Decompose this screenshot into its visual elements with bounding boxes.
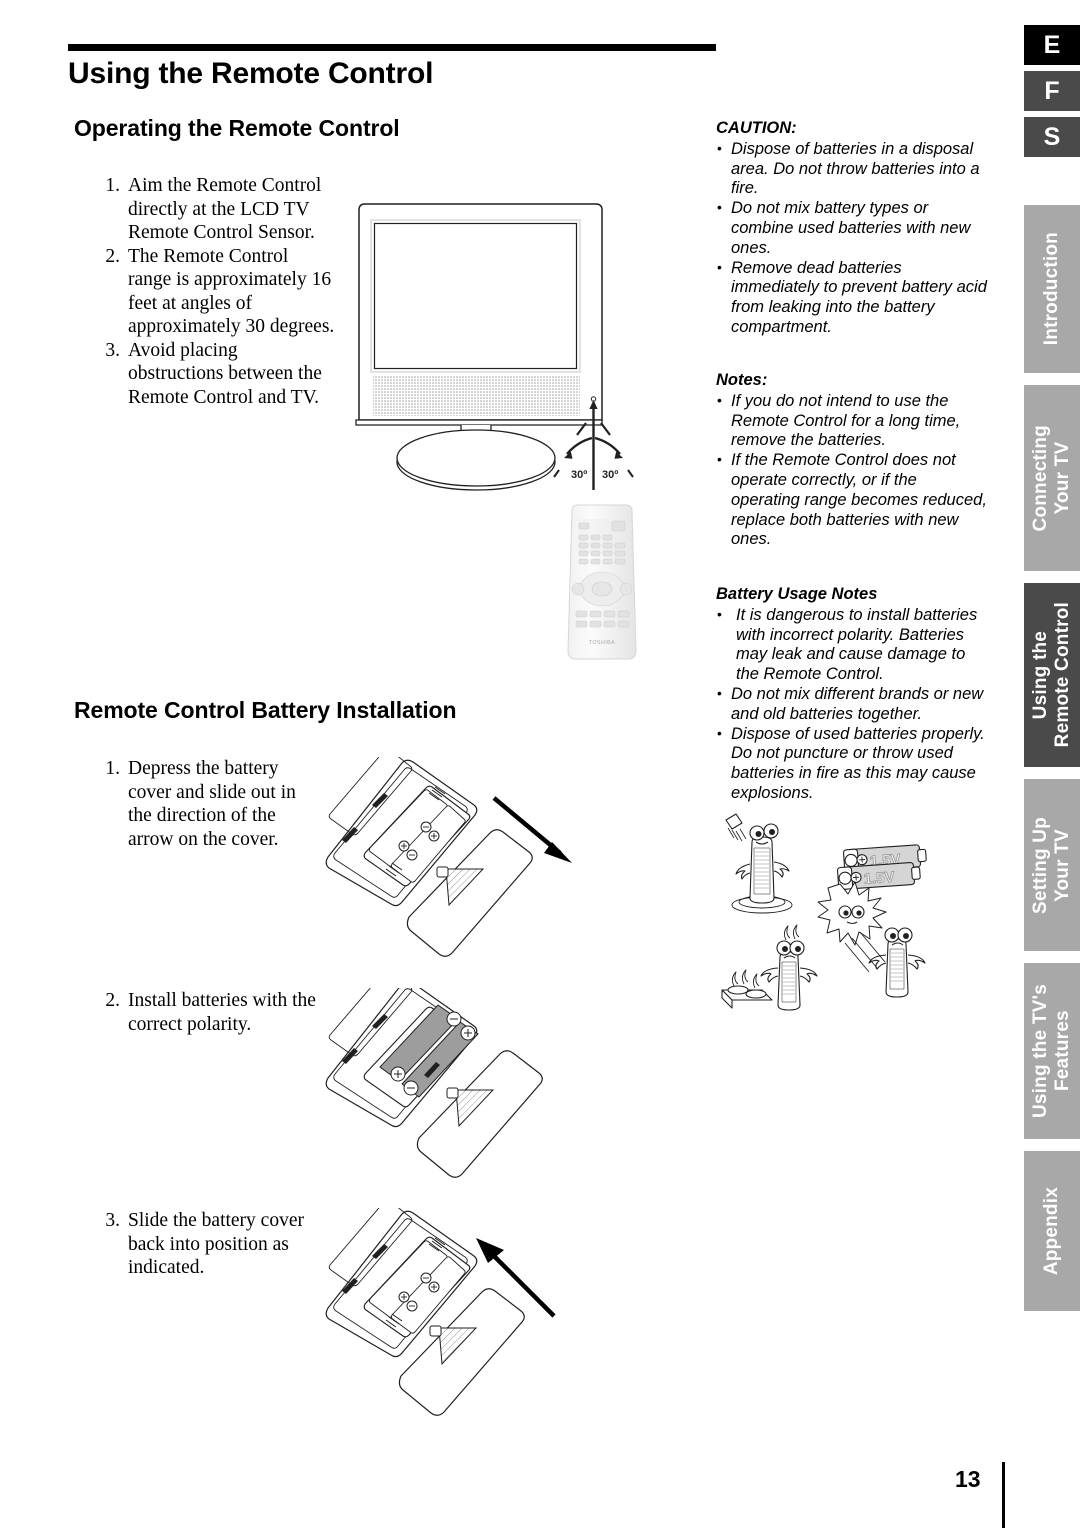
list-item: 3. Slide the battery cover back into pos… (96, 1209, 321, 1280)
battery-voltage-label: 1.5V (863, 869, 895, 888)
battery-usage-notes-block: Battery Usage Notes It is dangerous to i… (716, 585, 988, 804)
operating-steps-list: 1. Aim the Remote Control directly at th… (96, 174, 336, 409)
list-item: 2. The Remote Control range is approxima… (96, 245, 336, 339)
section-heading-operating: Operating the Remote Control (74, 115, 400, 141)
battery-safety-cartoons: 1.5V 1.5V (700, 812, 990, 1017)
list-item: If you do not intend to use the Remote C… (716, 391, 988, 451)
notes-block: Notes: If you do not intend to use the R… (716, 371, 988, 550)
battery-step-3: 3. Slide the battery cover back into pos… (96, 1209, 321, 1280)
sidebar-chapter-tab-setting-up-your-tv[interactable]: Setting Up Your TV (1024, 779, 1080, 951)
sidebar-language-tab-label: S (1043, 122, 1061, 151)
battery-step-2: 2. Install batteries with the correct po… (96, 989, 321, 1036)
list-item: Dispose of used batteries properly. Do n… (716, 724, 988, 804)
remote-brand-label: TOSHIBA (589, 640, 615, 646)
figure-batteries-inserted (306, 969, 606, 1193)
notes-heading: Notes: (716, 371, 768, 389)
manual-page: Using the Remote Control Operating the R… (0, 0, 1080, 1528)
sidebar-chapter-tab-label: Setting Up Your TV (1030, 816, 1073, 914)
sidebar-chapter-tab-label: Appendix (1041, 1186, 1062, 1276)
step-number: 1. (105, 758, 120, 779)
sidebar-language-tab-label: F (1044, 76, 1060, 105)
sidebar-tab-strip: E F S Introduction Connecting Your TV Us… (1010, 0, 1080, 1528)
sidebar-chapter-tab-using-the-tvs-features[interactable]: Using the TV's Features (1024, 963, 1080, 1139)
list-item: Dispose of batteries in a disposal area.… (716, 139, 988, 199)
step-number: 3. (105, 339, 120, 361)
sidebar-chapter-tab-introduction[interactable]: Introduction (1024, 205, 1080, 373)
page-title: Using the Remote Control (68, 57, 434, 90)
sidebar-chapter-tab-appendix[interactable]: Appendix (1024, 1151, 1080, 1311)
figure-cover-slide-out (306, 748, 606, 982)
caution-block: CAUTION: Dispose of batteries in a dispo… (716, 119, 988, 338)
sidebar-language-tab-e[interactable]: E (1024, 25, 1080, 65)
sidebar-chapter-tab-connecting-your-tv[interactable]: Connecting Your TV (1024, 385, 1080, 571)
step-text: Aim the Remote Control directly at the L… (128, 175, 322, 243)
step-text: Avoid placing obstructions between the R… (128, 339, 322, 408)
list-item: 3. Avoid placing obstructions between th… (96, 339, 336, 410)
notes-list: If you do not intend to use the Remote C… (716, 391, 988, 550)
section-heading-battery-installation: Remote Control Battery Installation (74, 697, 457, 723)
list-item: Do not mix battery types or combine used… (716, 198, 988, 258)
step-text: The Remote Control range is approximatel… (128, 245, 335, 338)
list-item: If the Remote Control does not operate c… (716, 450, 988, 550)
step-text: Slide the battery cover back into positi… (128, 1210, 304, 1278)
battery-usage-notes-list: It is dangerous to install batteries wit… (716, 605, 988, 804)
title-rule (68, 44, 716, 51)
step-number: 3. (105, 1210, 120, 1231)
sidebar-chapter-tab-label: Connecting Your TV (1030, 424, 1073, 532)
list-item: 1. Aim the Remote Control directly at th… (96, 174, 336, 245)
caution-heading: CAUTION: (716, 119, 797, 137)
battery-usage-notes-heading: Battery Usage Notes (716, 585, 878, 603)
step-number: 1. (105, 175, 120, 196)
list-item: 2. Install batteries with the correct po… (96, 989, 321, 1036)
sidebar-chapter-tab-using-the-remote-control[interactable]: Using the Remote Control (1024, 583, 1080, 767)
angle-label-right: 30º (602, 469, 618, 481)
remote-control-diagram: TOSHIBA (552, 503, 668, 673)
page-number: 13 (955, 1466, 981, 1492)
figure-cover-slide-in (306, 1199, 606, 1433)
step-text: Install batteries with the correct polar… (128, 990, 316, 1035)
sidebar-chapter-tab-label: Using the Remote Control (1030, 602, 1073, 748)
sidebar-language-tab-f[interactable]: F (1024, 71, 1080, 111)
lcd-tv-diagram: 30º 30º (345, 190, 645, 515)
step-number: 2. (105, 990, 120, 1011)
step-number: 2. (105, 245, 120, 267)
sidebar-language-tab-s[interactable]: S (1024, 117, 1080, 157)
caution-list: Dispose of batteries in a disposal area.… (716, 139, 988, 338)
sidebar-chapter-tab-label: Introduction (1041, 232, 1062, 346)
step-text: Depress the battery cover and slide out … (128, 758, 296, 850)
angle-label-left: 30º (571, 469, 587, 481)
sidebar-language-tab-label: E (1043, 30, 1061, 59)
list-item: It is dangerous to install batteries wit… (716, 605, 988, 685)
footer-rule (1002, 1462, 1005, 1528)
battery-step-1: 1. Depress the battery cover and slide o… (96, 757, 321, 851)
list-item: 1. Depress the battery cover and slide o… (96, 757, 321, 851)
list-item: Remove dead batteries immediately to pre… (716, 258, 988, 338)
list-item: Do not mix different brands or new and o… (716, 684, 988, 725)
sidebar-chapter-tab-label: Using the TV's Features (1030, 983, 1073, 1118)
